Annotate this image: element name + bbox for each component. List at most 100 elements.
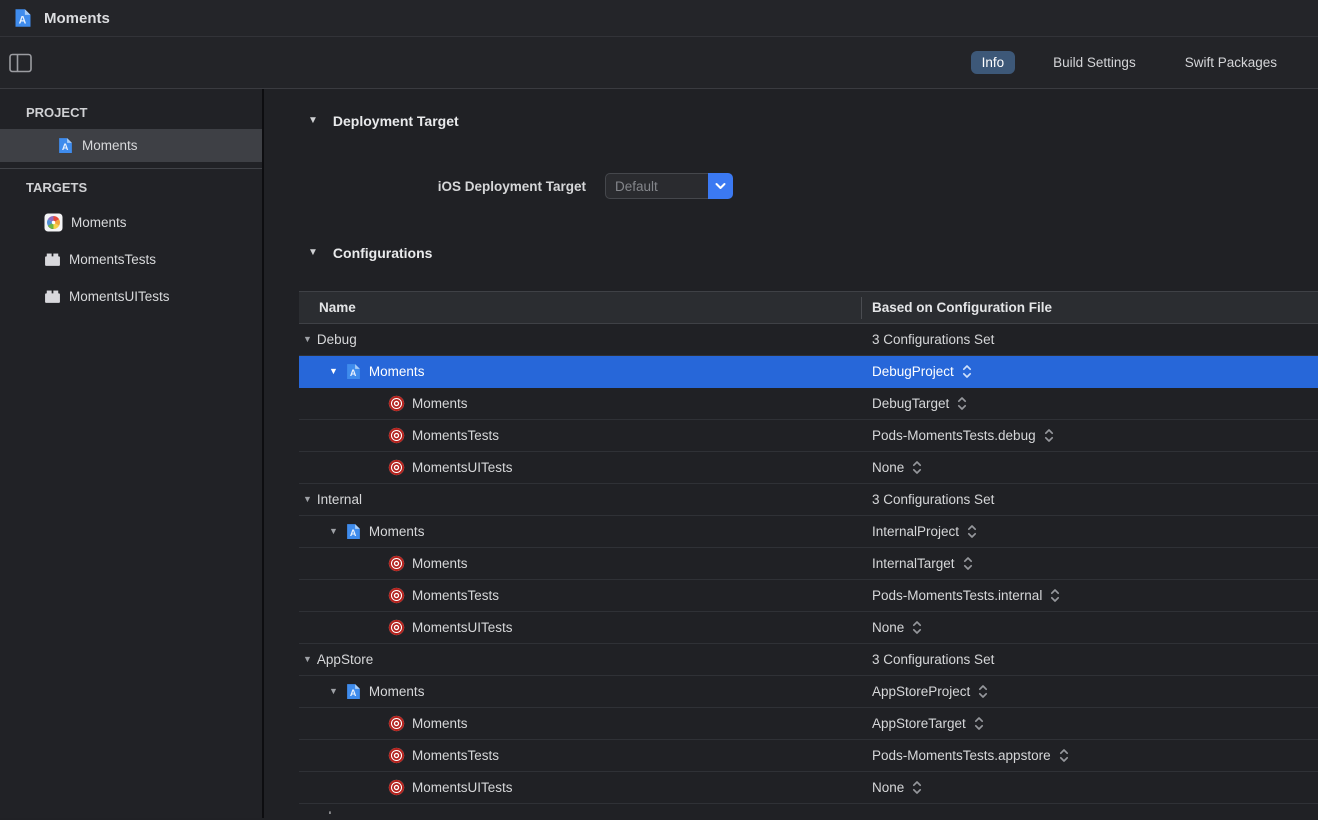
sidebar-target-moments[interactable]: Moments [0,204,262,241]
project-list: AMoments [0,129,262,162]
stepper-icon[interactable] [1044,428,1054,443]
config-value-label: DebugProject [872,364,954,379]
config-summary: 3 Configurations Set [862,492,994,507]
tab-swift-packages[interactable]: Swift Packages [1174,51,1288,74]
project-document-icon: A [345,683,362,700]
stepper-icon[interactable] [974,716,984,731]
sidebar-target-momentstests[interactable]: MomentsTests [0,241,262,278]
add-configuration-button[interactable]: + [323,804,337,814]
config-row-moments[interactable]: MomentsInternalTarget [299,548,1318,580]
based-on-config-popup[interactable]: DebugProject [862,364,972,379]
project-document-icon: A [13,8,33,28]
config-name-label: Moments [369,684,425,699]
ios-deployment-target-label: iOS Deployment Target [264,179,586,194]
config-row-momentsuitests[interactable]: MomentsUITestsNone [299,772,1318,804]
config-row-momentstests[interactable]: MomentsTests Pods-MomentsTests.internal [299,580,1318,612]
sidebar-target-momentsuitests[interactable]: MomentsUITests [0,278,262,315]
based-on-config-popup[interactable]: None [862,780,922,795]
config-name-cell: MomentsUITests [299,779,862,796]
stepper-icon[interactable] [1059,748,1069,763]
sidebar-item-label: Moments [82,138,138,153]
disclosure-triangle-icon[interactable]: ▼ [329,367,338,376]
config-name-cell: Moments [299,715,862,732]
config-row-momentsuitests[interactable]: MomentsUITestsNone [299,612,1318,644]
config-row-momentsuitests[interactable]: MomentsUITestsNone [299,452,1318,484]
stepper-icon[interactable] [962,364,972,379]
stepper-icon[interactable] [963,556,973,571]
config-row-moments[interactable]: ▼ A Moments AppStoreProject [299,676,1318,708]
stepper-icon[interactable] [967,524,977,539]
ios-deployment-target-row: iOS Deployment Target Default [264,173,1318,199]
sidebar-toggle-button[interactable] [9,50,39,76]
table-footer: + [299,804,1318,814]
config-value-label: None [872,620,904,635]
config-name-cell: ▼AMoments [299,363,862,380]
disclosure-triangle-icon[interactable]: ▼ [329,527,338,536]
column-header-name: Name [299,300,861,315]
based-on-config-popup[interactable]: InternalTarget [862,556,973,571]
config-name-label: Internal [317,492,362,507]
target-icon [388,427,405,444]
config-row-moments[interactable]: Moments AppStoreTarget [299,708,1318,740]
config-name-cell: ▼Debug [299,332,862,347]
config-row-momentstests[interactable]: MomentsTests Pods-MomentsTests.appstore [299,740,1318,772]
sidebar-item-label: MomentsTests [69,252,156,267]
svg-text:A: A [350,688,357,698]
app-target-icon [44,213,63,232]
based-on-config-popup[interactable]: AppStoreTarget [862,716,984,731]
svg-text:A: A [350,528,357,538]
stepper-icon[interactable] [957,396,967,411]
tab-info[interactable]: Info [971,51,1016,74]
config-name-cell: MomentsTests [299,747,862,764]
config-value-label: AppStoreTarget [872,716,966,731]
disclosure-triangle-icon[interactable]: ▼ [303,495,312,504]
config-value-label: Pods-MomentsTests.appstore [872,748,1051,763]
stepper-icon[interactable] [912,460,922,475]
configurations-section-header[interactable]: ▼ Configurations [308,245,1318,261]
based-on-config-popup[interactable]: DebugTarget [862,396,967,411]
config-summary: 3 Configurations Set [862,652,994,667]
disclosure-triangle-icon[interactable]: ▼ [329,687,338,696]
config-name-cell: Moments [299,395,862,412]
based-on-config-popup[interactable]: Pods-MomentsTests.debug [862,428,1054,443]
config-name-label: MomentsTests [412,428,499,443]
config-row-debug[interactable]: ▼Debug3 Configurations Set [299,324,1318,356]
disclosure-triangle-icon[interactable]: ▼ [308,116,318,126]
window-title: Moments [44,10,110,27]
based-on-config-popup[interactable]: Pods-MomentsTests.appstore [862,748,1069,763]
sidebar-item-label: Moments [71,215,127,230]
based-on-config-popup[interactable]: Pods-MomentsTests.internal [862,588,1060,603]
disclosure-triangle-icon[interactable]: ▼ [303,335,312,344]
sidebar-project-moments[interactable]: AMoments [0,129,262,162]
deployment-target-section-header[interactable]: ▼ Deployment Target [308,113,1318,129]
target-icon [388,555,405,572]
config-row-appstore[interactable]: ▼AppStore3 Configurations Set [299,644,1318,676]
based-on-config-popup[interactable]: None [862,460,922,475]
config-value-label: InternalProject [872,524,959,539]
stepper-icon[interactable] [978,684,988,699]
disclosure-triangle-icon[interactable]: ▼ [303,655,312,664]
stepper-icon[interactable] [912,780,922,795]
config-value-label: 3 Configurations Set [872,652,994,667]
config-name-label: Moments [412,396,468,411]
table-body: ▼Debug3 Configurations Set▼AMomentsDebug… [299,324,1318,804]
config-name-label: MomentsTests [412,748,499,763]
config-name-label: MomentsTests [412,588,499,603]
based-on-config-popup[interactable]: InternalProject [862,524,977,539]
target-icon [388,459,405,476]
based-on-config-popup[interactable]: None [862,620,922,635]
ios-deployment-target-select[interactable]: Default [605,173,733,199]
based-on-config-popup[interactable]: AppStoreProject [862,684,988,699]
stepper-icon[interactable] [912,620,922,635]
config-summary: 3 Configurations Set [862,332,994,347]
config-row-internal[interactable]: ▼ Internal 3 Configurations Set [299,484,1318,516]
config-row-momentstests[interactable]: MomentsTests Pods-MomentsTests.debug [299,420,1318,452]
config-row-moments[interactable]: ▼AMoments DebugProject [299,356,1318,388]
svg-text:A: A [19,14,27,26]
disclosure-triangle-icon[interactable]: ▼ [308,248,318,258]
config-row-moments[interactable]: Moments DebugTarget [299,388,1318,420]
chevron-down-icon [708,173,733,199]
stepper-icon[interactable] [1050,588,1060,603]
tab-build-settings[interactable]: Build Settings [1042,51,1147,74]
config-row-moments[interactable]: ▼AMomentsInternalProject [299,516,1318,548]
